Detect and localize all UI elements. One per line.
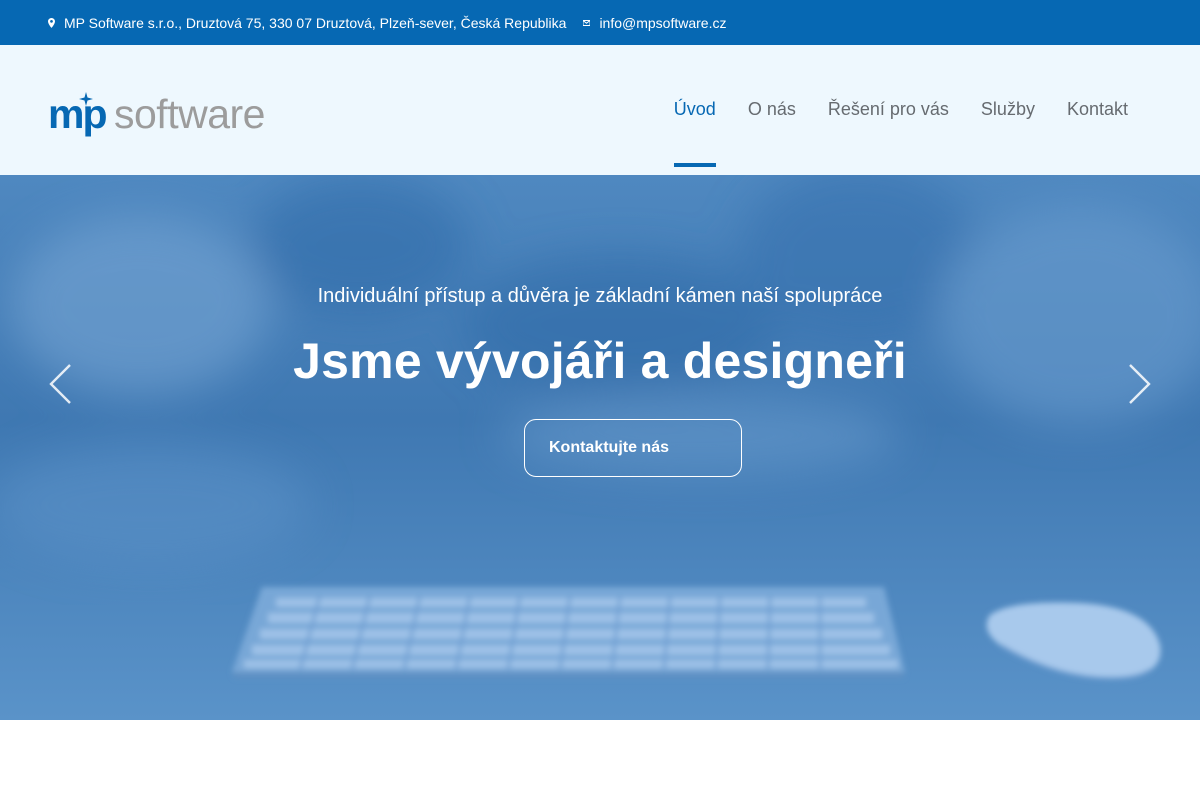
envelope-icon: [583, 18, 591, 28]
nav-item-sluzby[interactable]: Služby: [981, 45, 1035, 175]
logo-text-software: software: [114, 92, 265, 137]
chevron-left-icon: [49, 364, 71, 404]
nav-item-kontakt[interactable]: Kontakt: [1067, 45, 1128, 175]
address-info: MP Software s.r.o., Druztová 75, 330 07 …: [48, 15, 566, 31]
nav-item-reseni-pro-vas[interactable]: Řešení pro vás: [828, 45, 949, 175]
nav-item-label: Služby: [980, 98, 1035, 119]
nav-item-label: Řešení pro vás: [827, 98, 949, 119]
slider-prev-arrow[interactable]: [48, 363, 72, 405]
hero-title: Jsme vývojáři a designeři: [293, 333, 907, 389]
site-header: mp software Úvod O nás Řešení pro vás Sl…: [0, 45, 1200, 175]
mpsoftware-logo[interactable]: mp software: [48, 92, 298, 138]
nav-item-label: Kontakt: [1066, 98, 1128, 119]
email-link[interactable]: info@mpsoftware.cz: [599, 15, 726, 31]
chevron-right-icon: [1129, 364, 1151, 404]
nav-item-o-nas[interactable]: O nás: [748, 45, 796, 175]
email-info[interactable]: info@mpsoftware.cz: [583, 15, 726, 31]
main-nav: Úvod O nás Řešení pro vás Služby Kontakt: [642, 45, 1128, 175]
nav-item-label: Úvod: [673, 98, 716, 119]
top-info-bar: MP Software s.r.o., Druztová 75, 330 07 …: [0, 0, 1200, 45]
nav-item-label: O nás: [747, 98, 796, 119]
content-area: [0, 720, 1200, 800]
address-text: MP Software s.r.o., Druztová 75, 330 07 …: [64, 14, 567, 31]
contact-us-button-label: Kontaktujte nás: [548, 439, 669, 456]
logo-text-mp: mp: [48, 92, 106, 137]
hero-subtitle: Individuální přístup a důvěra je základn…: [317, 285, 883, 307]
slider-next-arrow[interactable]: [1128, 363, 1152, 405]
nav-item-uvod[interactable]: Úvod: [673, 45, 716, 175]
hero-slider: Individuální přístup a důvěra je základn…: [0, 175, 1200, 720]
contact-us-button[interactable]: Kontaktujte nás: [524, 419, 742, 477]
map-marker-icon: [48, 17, 55, 28]
